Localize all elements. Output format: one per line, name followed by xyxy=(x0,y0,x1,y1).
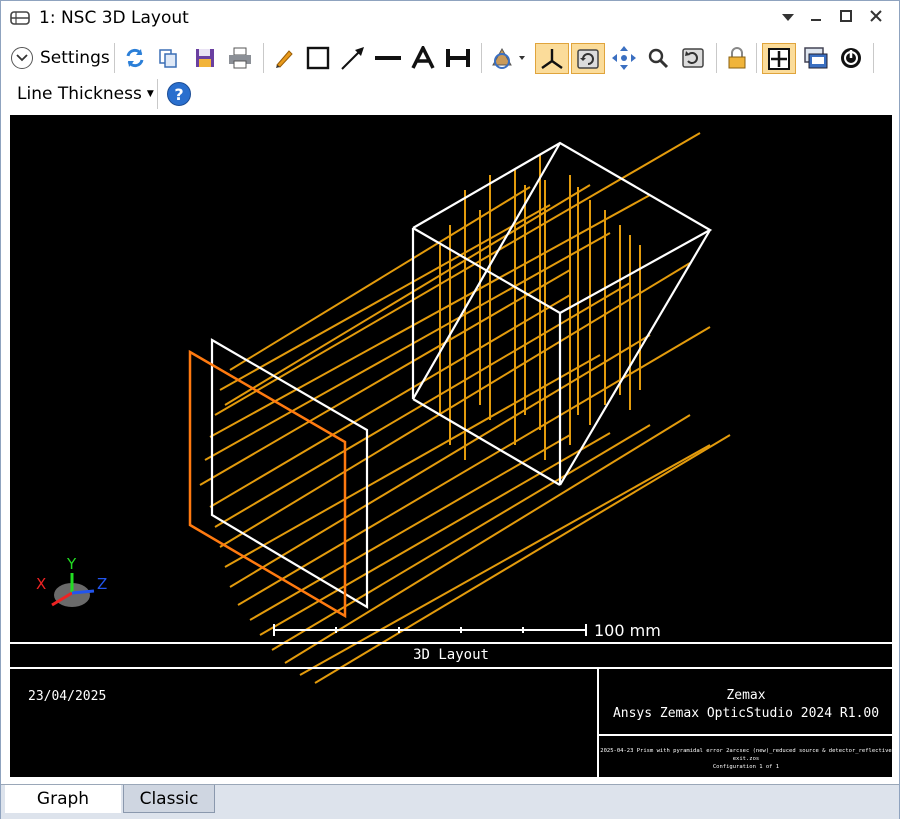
toolbar-separator xyxy=(481,43,482,73)
window-icon xyxy=(10,11,30,25)
plot-title: 3D Layout xyxy=(413,647,489,663)
line-thickness-dropdown[interactable]: Line Thickness ▼ xyxy=(17,81,154,107)
toolbar-separator xyxy=(263,43,264,73)
file-info: 2025-04-23 Prism with pyramidal error 2a… xyxy=(600,747,892,771)
axis-x-label: X xyxy=(36,575,46,593)
detector-plane xyxy=(188,349,347,619)
export-icon[interactable] xyxy=(801,43,831,73)
plot-date: 23/04/2025 xyxy=(28,689,107,704)
view-tabs: Graph Classic xyxy=(1,784,899,819)
fit-icon[interactable] xyxy=(762,43,796,74)
nsc-3d-layout-window: 1: NSC 3D Layout Settings Line Thickness… xyxy=(0,0,900,819)
title-bar: 1: NSC 3D Layout xyxy=(1,1,899,35)
brand-block: Zemax Ansys Zemax OpticStudio 2024 R1.00 xyxy=(600,687,892,723)
rotate-view-icon[interactable] xyxy=(571,43,605,74)
footer-divider xyxy=(597,667,599,777)
minimize-button[interactable] xyxy=(803,7,829,29)
axis-triad: Y X Z xyxy=(36,555,107,607)
dropdown-icon[interactable] xyxy=(775,7,801,29)
layout-drawing: Y X Z xyxy=(36,132,731,684)
clock-icon[interactable] xyxy=(836,43,866,73)
toolbar-separator xyxy=(873,43,874,73)
reset-icon[interactable] xyxy=(678,43,708,73)
layout-viewport[interactable]: Y X Z 100 mm 3D Layout 23/04/2025 Zemax … xyxy=(10,115,892,777)
ray-traces xyxy=(199,132,731,684)
software-version: Ansys Zemax OpticStudio 2024 R1.00 xyxy=(612,706,880,721)
tab-classic[interactable]: Classic xyxy=(123,785,215,813)
caret-down-icon: ▼ xyxy=(146,89,154,99)
copy-icon[interactable] xyxy=(153,43,183,73)
close-button[interactable] xyxy=(863,7,889,29)
settings-label: Settings xyxy=(40,48,110,68)
footer-divider xyxy=(10,667,892,669)
toolbar-separator xyxy=(157,79,158,109)
ray-segment xyxy=(219,204,551,391)
ray-segment xyxy=(299,444,711,676)
scale-bar-label: 100 mm xyxy=(594,621,661,640)
arrow-icon[interactable] xyxy=(338,43,368,73)
ray-segment xyxy=(204,232,611,461)
ray-segment xyxy=(224,184,591,406)
brand-name: Zemax xyxy=(726,688,766,703)
zoom-icon[interactable] xyxy=(643,43,673,73)
maximize-button[interactable] xyxy=(833,7,859,29)
pan-icon[interactable] xyxy=(609,43,639,73)
toolbar-separator xyxy=(756,43,757,73)
window-title: 1: NSC 3D Layout xyxy=(39,8,189,28)
print-icon[interactable] xyxy=(225,43,255,73)
configuration-info: Configuration 1 of 1 xyxy=(712,764,780,770)
axis-y-label: Y xyxy=(66,555,77,573)
footer-divider xyxy=(599,734,892,736)
rotate-icon[interactable] xyxy=(487,43,531,73)
pencil-icon[interactable] xyxy=(269,43,299,73)
axis-z-label: Z xyxy=(97,575,107,593)
lock-icon[interactable] xyxy=(722,43,752,73)
line-thickness-label: Line Thickness xyxy=(17,84,142,104)
text-icon[interactable] xyxy=(408,43,438,73)
save-icon[interactable] xyxy=(190,43,220,73)
prism-wireframe xyxy=(411,141,713,486)
axes-icon[interactable] xyxy=(535,43,569,74)
scale-bar xyxy=(273,624,587,636)
ray-segment xyxy=(271,424,651,651)
help-icon[interactable]: ? xyxy=(167,82,191,106)
dimension-icon[interactable] xyxy=(443,43,473,73)
chevron-down-icon xyxy=(11,47,33,69)
toolbar-separator xyxy=(716,43,717,73)
settings-button[interactable]: Settings xyxy=(11,43,110,73)
ray-segment xyxy=(314,434,731,684)
refresh-icon[interactable] xyxy=(120,43,150,73)
footer-divider xyxy=(10,642,892,644)
tab-graph[interactable]: Graph xyxy=(5,785,121,813)
line-icon[interactable] xyxy=(373,43,403,73)
file-name: 2025-04-23 Prism with pyramidal error 2a… xyxy=(600,748,892,762)
rectangle-icon[interactable] xyxy=(303,43,333,73)
toolbar-separator xyxy=(114,43,115,73)
